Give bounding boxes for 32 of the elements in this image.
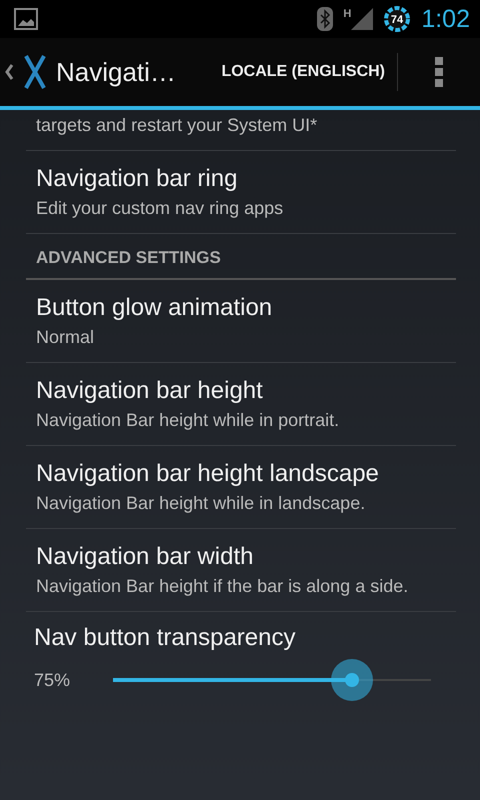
clock: 1:02 bbox=[421, 4, 470, 34]
item-title: Button glow animation bbox=[36, 294, 274, 322]
signal-icon bbox=[351, 8, 374, 30]
item-summary: Edit your custom nav ring apps bbox=[36, 197, 284, 219]
app-icon bbox=[24, 55, 46, 89]
locale-button[interactable]: LOCALE (ENGLISCH) bbox=[209, 38, 397, 106]
item-summary: Normal bbox=[36, 326, 96, 348]
picture-icon bbox=[14, 8, 38, 30]
preference-item[interactable]: Navigation bar width Navigation Bar height if the bar is along a side. bbox=[26, 529, 456, 612]
item-title: Nav button transparency bbox=[34, 624, 296, 652]
item-summary: Navigation Bar height while in portrait. bbox=[36, 409, 340, 431]
item-title: Navigation bar height bbox=[36, 377, 264, 405]
item-title: Navigation bar height landscape bbox=[36, 460, 380, 488]
section-header: ADVANCED SETTINGS bbox=[26, 234, 456, 280]
chevron-left-icon bbox=[4, 63, 14, 81]
screen-title: Navigati… bbox=[56, 56, 176, 88]
item-summary: Navigation Bar height if the bar is along a side. bbox=[36, 575, 410, 597]
item-summary: targets and restart your System UI* bbox=[36, 114, 318, 136]
preference-item[interactable]: Navigation bar height Navigation Bar height while in portrait. bbox=[26, 363, 456, 446]
item-summary: Navigation Bar height while in landscape. bbox=[36, 492, 366, 514]
preference-item[interactable]: Navigation bar ring Edit your custom nav ring apps bbox=[26, 151, 456, 234]
network-type: H bbox=[343, 8, 352, 20]
item-title: Navigation bar width bbox=[36, 543, 254, 571]
preference-item[interactable]: Navigation bar height landscape Navigation Bar height while in landscape. bbox=[26, 446, 456, 529]
more-vertical-icon bbox=[435, 57, 443, 87]
slider-thumb[interactable] bbox=[330, 659, 373, 701]
slider-track[interactable] bbox=[113, 658, 432, 702]
slider-value: 75% bbox=[34, 669, 70, 691]
bluetooth-icon bbox=[317, 7, 334, 31]
item-title: Navigation bar ring bbox=[36, 165, 238, 193]
battery-icon: 74 bbox=[383, 5, 412, 33]
preference-item[interactable]: Button glow animation Normal bbox=[26, 280, 456, 363]
